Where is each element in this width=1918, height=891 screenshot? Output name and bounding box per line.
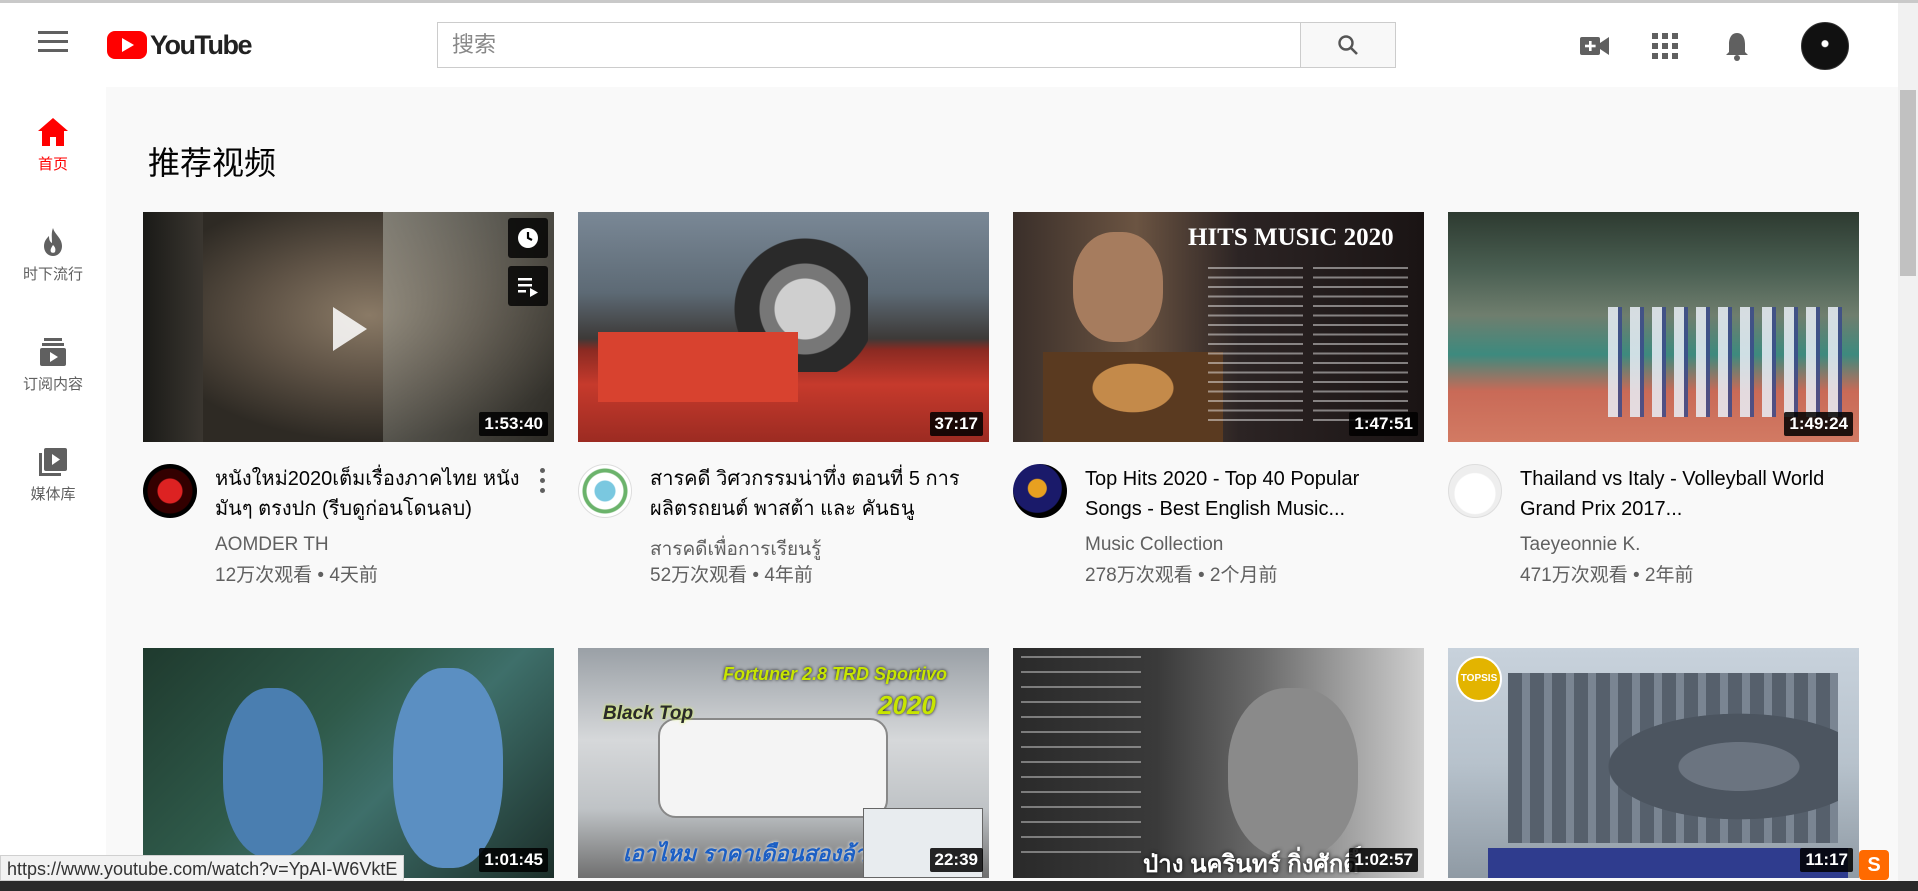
video-card: 1:53:40 หนังใหม่2020เต็มเรื่องภาคไทย หนั… <box>143 212 554 586</box>
video-duration: 1:53:40 <box>479 412 548 436</box>
video-thumbnail[interactable]: 1:49:24 <box>1448 212 1859 442</box>
video-card: 37:17 สารคดี วิศวกรรมน่าทึ่ง ตอนที่ 5 กา… <box>578 212 989 586</box>
thumbnail-text: Black Top <box>603 703 694 724</box>
thumbnail-text: เอาไหม ราคาเดือนสองล้าน <box>623 841 882 866</box>
subscriptions-icon <box>40 338 66 366</box>
sidebar-item-label: 时下流行 <box>22 266 83 283</box>
video-duration: 1:02:57 <box>1349 848 1418 872</box>
logo-text: YouTube <box>150 29 252 60</box>
video-card: TOPSIS 11:17 <box>1448 648 1859 878</box>
play-icon <box>333 307 367 351</box>
sidebar-item-label: 订阅内容 <box>22 376 83 393</box>
video-duration: 37:17 <box>929 412 983 436</box>
topsis-logo: TOPSIS <box>1456 656 1502 702</box>
search-input[interactable] <box>437 22 1301 68</box>
video-thumbnail[interactable]: TOPSIS 11:17 <box>1448 648 1859 878</box>
flame-icon <box>44 228 62 256</box>
video-title[interactable]: Thailand vs Italy - Volleyball World Gra… <box>1520 464 1840 524</box>
video-title[interactable]: สารคดี วิศวกรรมน่าทึ่ง ตอนที่ 5 การผลิตร… <box>650 464 970 524</box>
video-title[interactable]: Top Hits 2020 - Top 40 Popular Songs - B… <box>1085 464 1405 524</box>
video-stats: 12万次观看 • 4天前 <box>215 565 378 586</box>
channel-avatar[interactable] <box>1448 464 1502 518</box>
notifications-bell-icon[interactable] <box>1721 31 1753 61</box>
thumbnail-text: Fortuner 2.8 TRD Sportivo <box>723 664 948 684</box>
thumbnail-text: ป่าง นครินทร์ กิ่งศักดิ์ <box>1143 851 1359 878</box>
channel-name[interactable]: AOMDER TH <box>215 534 329 556</box>
apps-grid-icon[interactable] <box>1649 31 1681 61</box>
video-card: 1:49:24 Thailand vs Italy - Volleyball W… <box>1448 212 1859 586</box>
more-actions-icon[interactable] <box>538 468 546 498</box>
video-stats: 52万次观看 • 4年前 <box>650 565 813 586</box>
sidebar-item-trending[interactable]: 时下流行 <box>0 227 106 317</box>
guide-menu-icon[interactable] <box>38 31 68 55</box>
channel-avatar[interactable] <box>1013 464 1067 518</box>
video-duration: 22:39 <box>929 848 983 872</box>
video-card: ป่าง นครินทร์ กิ่งศักดิ์ 1:02:57 <box>1013 648 1424 878</box>
video-duration: 11:17 <box>1800 848 1853 872</box>
sidebar-item-subscriptions[interactable]: 订阅内容 <box>0 337 106 427</box>
video-card: HITS MUSIC 2020 1:47:51 Top Hits 2020 - … <box>1013 212 1424 586</box>
sidebar-item-label: 首页 <box>37 156 68 173</box>
video-thumbnail[interactable]: 37:17 <box>578 212 989 442</box>
sidebar-guide: 首页 时下流行 订阅内容 媒体库 <box>0 87 106 891</box>
ime-indicator-icon[interactable]: S <box>1859 850 1889 880</box>
shelf-title: 推荐视频 <box>148 145 277 181</box>
search-icon <box>1338 35 1358 55</box>
channel-avatar[interactable] <box>143 464 197 518</box>
video-meta: หนังใหม่2020เต็มเรื่องภาคไทย หนังมันๆ ตร… <box>143 442 554 586</box>
video-thumbnail[interactable]: ป่าง นครินทร์ กิ่งศักดิ์ 1:02:57 <box>1013 648 1424 878</box>
video-meta: สารคดี วิศวกรรมน่าทึ่ง ตอนที่ 5 การผลิตร… <box>578 442 989 586</box>
status-bar-url: https://www.youtube.com/watch?v=YpAI-W6V… <box>0 855 405 881</box>
library-icon <box>39 448 67 476</box>
channel-avatar[interactable] <box>578 464 632 518</box>
sidebar-item-library[interactable]: 媒体库 <box>0 447 106 537</box>
sidebar-item-home[interactable]: 首页 <box>0 117 106 207</box>
video-duration: 1:49:24 <box>1784 412 1853 436</box>
video-thumbnail[interactable]: 1:01:45 <box>143 648 554 878</box>
watch-later-icon[interactable] <box>508 218 548 258</box>
thumbnail-text: 2020 <box>878 690 936 720</box>
scrollbar-thumb[interactable] <box>1900 90 1916 276</box>
home-icon <box>38 118 68 146</box>
create-video-icon[interactable] <box>1579 31 1611 61</box>
sidebar-item-label: 媒体库 <box>30 486 76 503</box>
account-avatar[interactable] <box>1801 22 1849 70</box>
youtube-logo[interactable]: YouTube <box>107 29 252 61</box>
thumbnail-text: HITS MUSIC 2020 <box>1188 224 1394 251</box>
taskbar-edge <box>0 881 1918 891</box>
channel-name[interactable]: Taeyeonnie K. <box>1520 534 1640 556</box>
channel-name[interactable]: Music Collection <box>1085 534 1223 556</box>
youtube-play-logo-icon <box>107 31 147 59</box>
video-stats: 471万次观看 • 2年前 <box>1520 565 1694 586</box>
video-card: Fortuner 2.8 TRD Sportivo 2020 Black Top… <box>578 648 989 878</box>
video-duration: 1:01:45 <box>479 848 548 872</box>
video-thumbnail[interactable]: Fortuner 2.8 TRD Sportivo 2020 Black Top… <box>578 648 989 878</box>
add-to-queue-icon[interactable] <box>508 266 548 306</box>
video-card: 1:01:45 <box>143 648 554 878</box>
video-thumbnail[interactable]: HITS MUSIC 2020 1:47:51 <box>1013 212 1424 442</box>
video-stats: 278万次观看 • 2个月前 <box>1085 565 1278 586</box>
masthead: YouTube <box>0 3 1898 87</box>
video-thumbnail[interactable]: 1:53:40 <box>143 212 554 442</box>
video-meta: Thailand vs Italy - Volleyball World Gra… <box>1448 442 1859 586</box>
search-button[interactable] <box>1300 22 1396 68</box>
video-title[interactable]: หนังใหม่2020เต็มเรื่องภาคไทย หนังมันๆ ตร… <box>215 464 535 524</box>
video-meta: Top Hits 2020 - Top 40 Popular Songs - B… <box>1013 442 1424 586</box>
video-duration: 1:47:51 <box>1349 412 1418 436</box>
